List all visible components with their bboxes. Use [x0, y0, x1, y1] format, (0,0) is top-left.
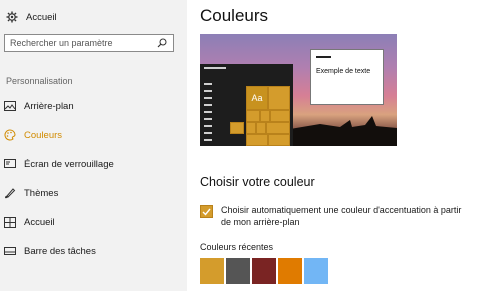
search-input[interactable]: Rechercher un paramètre [4, 34, 174, 52]
sidebar-item-lock-screen[interactable]: Écran de verrouillage [4, 155, 114, 173]
auto-accent-checkbox[interactable] [200, 205, 213, 218]
brush-icon [4, 187, 16, 199]
color-preview: Aa Exemple de texte [200, 34, 397, 146]
color-swatch[interactable] [252, 258, 276, 284]
choose-color-heading: Choisir votre couleur [200, 175, 315, 189]
sample-window: Exemple de texte [310, 49, 384, 105]
sidebar-item-taskbar[interactable]: Barre des tâches [4, 242, 96, 260]
sidebar-item-label: Arrière-plan [24, 100, 74, 112]
sidebar: Accueil Rechercher un paramètre Personna… [0, 0, 187, 291]
start-menu-preview: Aa [200, 64, 293, 146]
sidebar-item-start[interactable]: Accueil [4, 213, 55, 231]
recent-colors-label: Couleurs récentes [200, 242, 274, 252]
sidebar-item-label: Thèmes [24, 187, 59, 199]
sidebar-item-label: Couleurs [24, 129, 63, 141]
sidebar-item-colors[interactable]: Couleurs [4, 126, 62, 144]
home-label: Accueil [26, 11, 57, 23]
color-swatch[interactable] [200, 258, 224, 284]
main-content: Couleurs Aa Exemple de texte Choisir vot… [187, 0, 489, 291]
sidebar-item-label: Barre des tâches [24, 245, 96, 257]
search-placeholder: Rechercher un paramètre [10, 38, 113, 48]
search-icon[interactable] [156, 37, 168, 49]
taskbar-icon [4, 245, 16, 257]
color-swatch[interactable] [304, 258, 328, 284]
auto-accent-label: Choisir automatiquement une couleur d'ac… [221, 205, 462, 227]
sidebar-item-label: Écran de verrouillage [24, 158, 114, 170]
recent-colors-palette [200, 258, 328, 284]
palette-icon [4, 129, 16, 141]
sidebar-item-themes[interactable]: Thèmes [4, 184, 58, 202]
page-title: Couleurs [200, 6, 269, 25]
home-nav-item[interactable]: Accueil [6, 9, 57, 25]
section-label: Personnalisation [6, 76, 73, 86]
image-icon [4, 100, 16, 112]
lock-screen-icon [4, 158, 16, 170]
color-swatch[interactable] [226, 258, 250, 284]
sidebar-item-background[interactable]: Arrière-plan [4, 97, 74, 115]
gear-icon [6, 11, 18, 23]
sample-text: Exemple de texte [316, 68, 371, 75]
auto-accent-option: Choisir automatiquement une couleur d'ac… [200, 204, 470, 228]
start-grid-icon [4, 216, 16, 228]
sidebar-item-label: Accueil [24, 216, 55, 228]
accent-tile: Aa [246, 86, 268, 110]
color-swatch[interactable] [278, 258, 302, 284]
